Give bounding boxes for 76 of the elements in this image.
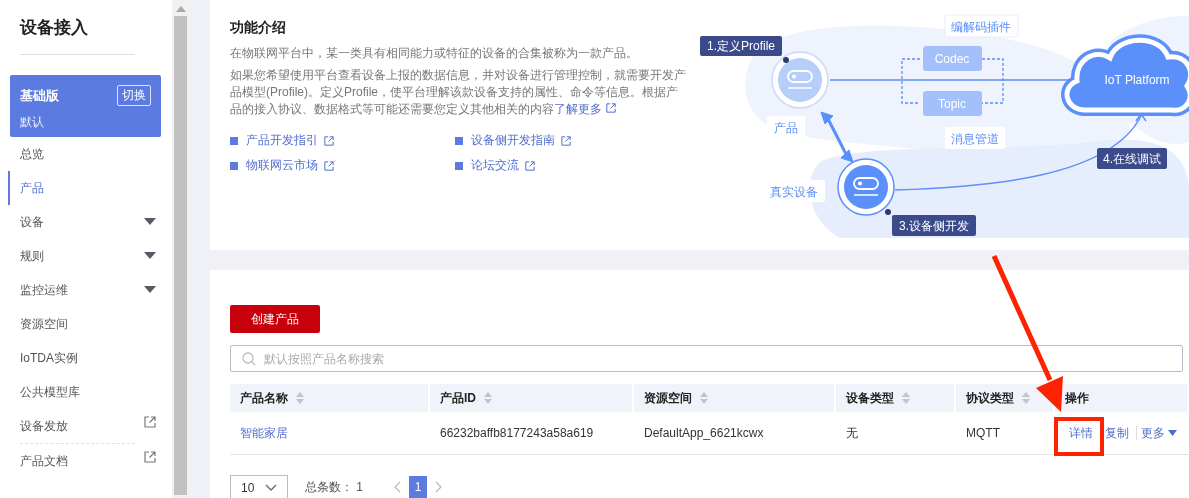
table-cell: DefaultApp_6621kcwx [644, 426, 764, 440]
doc-link[interactable]: 论坛交流 [471, 157, 519, 174]
chevron-down-icon [265, 484, 277, 491]
switch-button[interactable]: 切换 [117, 85, 151, 106]
nav-item[interactable]: 公共模型库 [8, 375, 172, 409]
highlight-box [1054, 417, 1104, 456]
platform-label: IoT Platform [1104, 73, 1170, 87]
create-product-button[interactable]: 创建产品 [230, 305, 320, 333]
topic-block [923, 91, 982, 116]
device-node-icon [837, 158, 895, 216]
previous-page-icon[interactable] [393, 481, 401, 493]
instance-name: 默认 [20, 114, 44, 131]
nav-item[interactable]: 产品文档 [8, 444, 172, 478]
row-action-link[interactable]: 复制 [1104, 424, 1130, 442]
column-header[interactable]: 产品名称 [240, 389, 288, 407]
nav-item[interactable]: IoTDA实例 [8, 341, 172, 375]
page-size-select[interactable]: 10 [230, 475, 288, 498]
row-action-link[interactable]: 更多 [1140, 424, 1178, 442]
row-action-link[interactable]: 详情 [1068, 424, 1094, 442]
learn-more-link[interactable]: 了解更多 [554, 102, 616, 116]
external-link-icon [144, 416, 156, 428]
column-header[interactable]: 资源空间 [644, 389, 692, 407]
external-link-icon [561, 135, 571, 146]
callout-label: 产品 [767, 116, 805, 138]
nav-item[interactable]: 设备发放 [8, 409, 172, 443]
nav-item[interactable]: 规则 [8, 239, 172, 273]
table-cell: 66232baffb8177243a58a619 [440, 426, 594, 440]
codec-block [923, 46, 982, 71]
scroll-up-icon[interactable] [175, 6, 186, 12]
bullet-icon [230, 136, 238, 145]
nav-item[interactable]: 总览 [8, 137, 172, 171]
search-field[interactable]: 默认按照产品名称搜索 [230, 345, 1183, 372]
external-link-icon [144, 451, 156, 463]
product-node-icon [771, 51, 829, 109]
step-label: 3.设备侧开发 [892, 215, 976, 236]
caret-icon [144, 218, 156, 226]
table-cell: 无 [846, 424, 858, 442]
external-link-icon [324, 160, 334, 171]
next-page-icon[interactable] [435, 481, 443, 493]
bullet-icon [230, 161, 238, 170]
callout-label: 消息管道 [945, 127, 1005, 149]
product-link[interactable]: 智能家居 [240, 424, 288, 442]
topic-label: Topic [938, 97, 966, 111]
nav-item[interactable]: 监控运维 [8, 273, 172, 307]
caret-icon [144, 252, 156, 260]
caret-icon [144, 286, 156, 294]
external-link-icon [324, 135, 334, 146]
column-header[interactable]: 产品ID [440, 389, 476, 407]
total-count: 总条数： 1 [305, 478, 363, 496]
column-header[interactable]: 协议类型 [966, 389, 1014, 407]
doc-link[interactable]: 物联网云市场 [246, 157, 318, 174]
bullet-icon [455, 161, 463, 170]
double-arrow [820, 111, 854, 163]
scrollbar[interactable] [172, 0, 189, 498]
step-label: 4.在线调试 [1097, 148, 1167, 169]
doc-link[interactable]: 产品开发指引 [246, 132, 318, 149]
section-title: 功能介绍 [230, 19, 287, 37]
codec-label: Codec [934, 52, 970, 66]
column-header[interactable]: 设备类型 [846, 389, 894, 407]
external-link-icon [525, 160, 535, 171]
table-cell: MQTT [966, 426, 1000, 440]
step-label: 1.定义Profile [700, 36, 782, 56]
callout-label: 编解码插件 [944, 14, 1019, 38]
nav-item[interactable]: 资源空间 [8, 307, 172, 341]
edition-name: 基础版 [20, 86, 59, 105]
description-text: 如果您希望使用平台查看设备上报的数据信息，并对设备进行管理控制，就需要开发产品模型(Profile)。定义Profile，使平台理解该款设备支持的属性、命令等信息。根据产品的接入协议、数据格式等可能还需要您定义其他相关的内容了解更多 [230, 67, 687, 118]
sidebar-title: 设备接入 [18, 17, 89, 39]
page-button[interactable]: 1 [409, 476, 427, 498]
column-header[interactable]: 操作 [1065, 389, 1089, 407]
external-link-icon [606, 103, 616, 113]
description-text: 在物联网平台中，某一类具有相同能力或特征的设备的合集被称为一款产品。 [230, 45, 639, 62]
scrollbar-thumb[interactable] [174, 16, 187, 495]
bullet-icon [455, 136, 463, 145]
nav-item[interactable]: 设备 [8, 205, 172, 239]
search-icon [242, 352, 256, 366]
doc-link[interactable]: 设备侧开发指南 [471, 132, 555, 149]
